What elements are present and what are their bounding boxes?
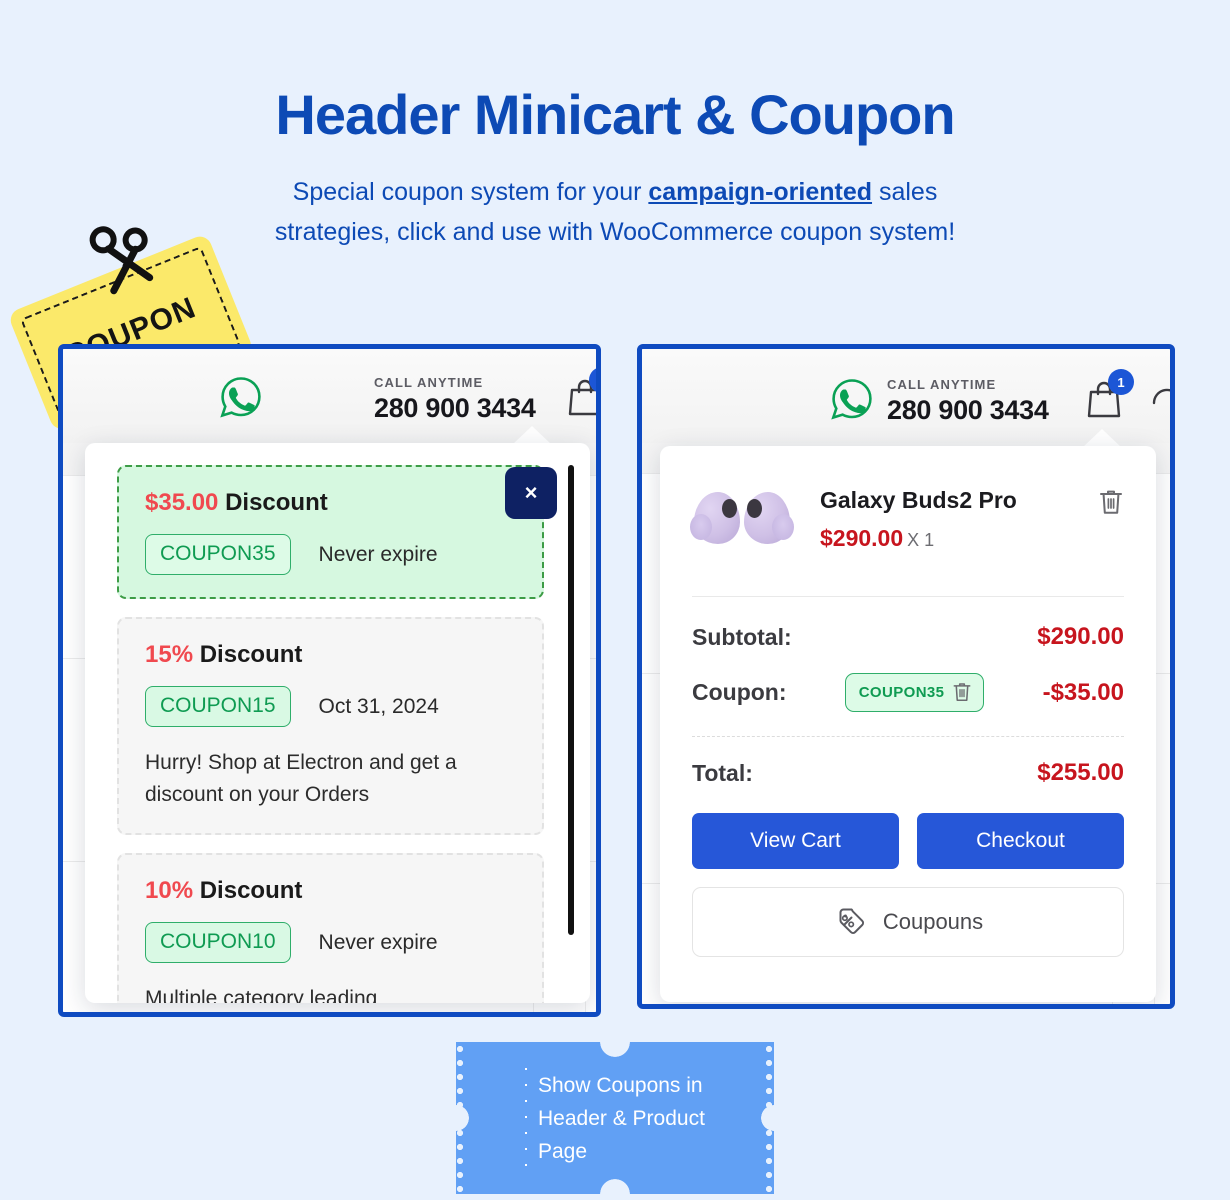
subtitle-line2: strategies, click and use with WooCommer…: [274, 218, 956, 246]
cart-item-price: $290.00: [820, 524, 904, 551]
coupon-list-scrollbar[interactable]: [568, 465, 574, 935]
coupon-description-3: Multiple category leading: [145, 987, 378, 1003]
coupon-discount-label-3: Discount: [199, 877, 303, 904]
ticket-text: Show Coupons in Header & Product Page: [538, 1042, 758, 1194]
subtotal-row: Subtotal: $290.00: [692, 623, 1124, 651]
ticket-line-1: Show Coupons in: [538, 1073, 703, 1097]
trash-icon: [1100, 490, 1122, 514]
phone-number[interactable]: 280 900 3434: [374, 393, 536, 424]
applied-coupon[interactable]: COUPON35: [844, 673, 985, 712]
promo-page: Header Minicart & Coupon Special coupon …: [0, 0, 1230, 1200]
coupon-expiry-2: Oct 31, 2024: [318, 694, 439, 718]
cart-count-badge: 1: [1108, 369, 1134, 395]
scissors-icon: [89, 226, 154, 295]
cart-bag-button[interactable]: 1: [1085, 369, 1134, 424]
call-anytime-label: CALL ANYTIME: [887, 377, 997, 392]
coupon-meta-2: COUPON15 Oct 31, 2024: [145, 686, 518, 727]
remove-item-button[interactable]: [1098, 488, 1124, 521]
coupon-headline-3: 10% Discount: [145, 877, 518, 905]
subtitle-post: sales: [872, 178, 938, 206]
subtitle-line1: Special coupon system for your campaign-…: [293, 178, 938, 206]
call-info: CALL ANYTIME 280 900 3434: [887, 377, 1049, 426]
coupon-meta-3: COUPON10 Never expire: [145, 922, 518, 963]
coupon-list: $35.00 Discount COUPON35 Never expire 15…: [117, 465, 544, 1003]
coupon-headline-2: 15% Discount: [145, 641, 518, 669]
call-anytime-label: CALL ANYTIME: [374, 375, 484, 390]
subtitle-highlight: campaign-oriented: [648, 178, 873, 206]
phone-number[interactable]: 280 900 3434: [887, 395, 1049, 426]
coupon-amount-2: 15%: [145, 641, 194, 668]
applied-coupon-code: COUPON35: [858, 683, 945, 701]
coupon-discount-label-1: Discount: [225, 489, 328, 516]
cart-item-info: Galaxy Buds2 Pro $290.00 X 1: [820, 487, 1098, 552]
ticket-perforation: [524, 1064, 528, 1172]
cart-item-qty: X 1: [907, 529, 935, 550]
total-row: Total: $255.00: [692, 759, 1124, 787]
view-cart-button[interactable]: View Cart: [692, 813, 899, 869]
coupons-button[interactable]: Coupouns: [692, 887, 1124, 957]
coupon-headline-1: $35.00 Discount: [145, 489, 518, 517]
cart-line-item: Galaxy Buds2 Pro $290.00 X 1: [690, 480, 1124, 552]
subtitle-pre: Special coupon system for your: [292, 178, 649, 206]
coupon-item-3[interactable]: 10% Discount COUPON10 Never expire Multi…: [117, 853, 544, 1003]
coupon-code-3[interactable]: COUPON10: [145, 922, 291, 963]
cart-item-price-row: $290.00 X 1: [820, 525, 1098, 552]
coupon-code-1[interactable]: COUPON35: [145, 534, 291, 575]
right-preview-panel: CALL ANYTIME 280 900 3434 1 Galaxy Buds2…: [637, 344, 1175, 1009]
compare-icon[interactable]: [1150, 383, 1170, 422]
ticket-line-2: Header & Product Page: [538, 1106, 705, 1163]
coupon-item-2[interactable]: 15% Discount COUPON15 Oct 31, 2024 Hurry…: [117, 617, 544, 835]
dropdown-pointer-right: [1083, 429, 1121, 447]
dropdown-pointer-left: [513, 426, 551, 444]
coupon-row: Coupon: COUPON35 -$35.00: [692, 673, 1124, 712]
trash-icon[interactable]: [952, 681, 972, 703]
ticket-edge-right: [765, 1042, 774, 1194]
coupon-label: Coupon:: [692, 679, 787, 705]
subtotal-value: $290.00: [1037, 623, 1124, 650]
total-value: $255.00: [1037, 759, 1124, 786]
coupon-item-1[interactable]: $35.00 Discount COUPON35 Never expire: [117, 465, 544, 599]
galaxy-buds-image: [690, 486, 794, 552]
checkout-button[interactable]: Checkout: [917, 813, 1124, 869]
call-info: CALL ANYTIME 280 900 3434: [374, 375, 536, 424]
feature-ticket: Show Coupons in Header & Product Page: [456, 1042, 774, 1194]
coupon-discount-label-2: Discount: [199, 641, 303, 668]
coupon-expiry-1: Never expire: [318, 542, 438, 566]
cart-bag-button[interactable]: 1: [566, 367, 596, 422]
cart-divider-2: [692, 736, 1124, 737]
coupons-button-label: Coupouns: [882, 909, 984, 934]
cart-item-name[interactable]: Galaxy Buds2 Pro: [820, 487, 1098, 514]
close-button[interactable]: ×: [505, 467, 557, 519]
coupon-description-2: Hurry! Shop at Electron and get a discou…: [145, 751, 457, 806]
coupon-dropdown: $35.00 Discount COUPON35 Never expire 15…: [85, 443, 590, 1003]
whatsapp-icon[interactable]: [219, 375, 263, 424]
minicart-dropdown: Galaxy Buds2 Pro $290.00 X 1 Subtotal: $…: [660, 446, 1156, 1002]
applied-coupon-pill[interactable]: COUPON35: [844, 673, 985, 712]
coupon-amount-1: $35.00: [145, 489, 219, 516]
coupon-value: -$35.00: [1042, 678, 1124, 706]
coupon-amount-3: 10%: [145, 877, 194, 904]
ticket-edge-left: [456, 1042, 465, 1194]
coupon-expiry-3: Never expire: [318, 930, 438, 954]
total-label: Total:: [692, 759, 753, 786]
cart-divider-1: [692, 596, 1124, 597]
whatsapp-icon[interactable]: [830, 377, 874, 426]
page-title: Header Minicart & Coupon: [275, 83, 955, 146]
coupon-meta-1: COUPON35 Never expire: [145, 534, 518, 575]
coupon-code-2[interactable]: COUPON15: [145, 686, 291, 727]
subtotal-label: Subtotal:: [692, 623, 792, 650]
left-preview-panel: CALL ANYTIME 280 900 3434 1: [58, 344, 601, 1017]
cart-actions: View Cart Checkout: [692, 813, 1124, 869]
percent-tag-icon: [839, 908, 864, 934]
